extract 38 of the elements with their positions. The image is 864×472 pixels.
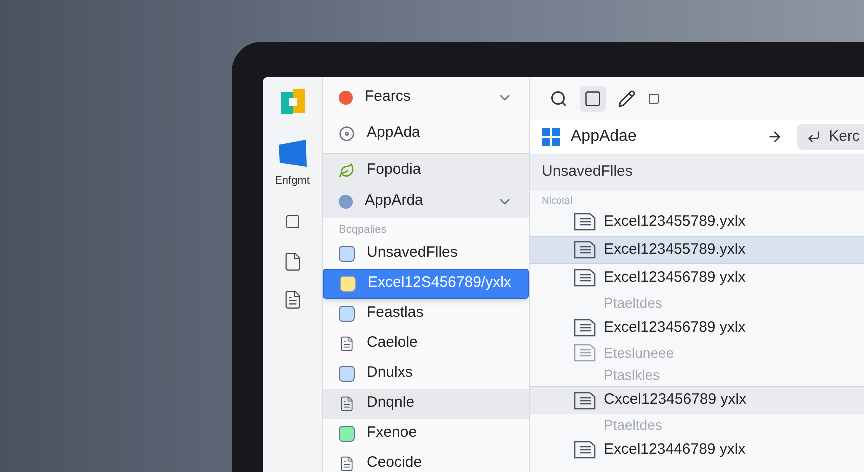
nav-item[interactable]: Fopodia bbox=[323, 155, 529, 186]
nav-item[interactable]: Feastlas bbox=[323, 298, 529, 328]
nav-item[interactable]: Caelole bbox=[323, 328, 529, 358]
disc-icon bbox=[339, 126, 355, 142]
tile-icon[interactable] bbox=[278, 139, 308, 169]
nav-item[interactable]: Ceocide bbox=[323, 448, 529, 472]
nav-item[interactable]: Dnulxs bbox=[323, 358, 529, 388]
square-icon bbox=[584, 90, 602, 108]
leaf-icon bbox=[339, 162, 355, 178]
nav-item[interactable]: Excel12S456789/yxlx bbox=[323, 268, 529, 298]
location-text: AppAdae bbox=[571, 127, 638, 147]
file-row[interactable]: Excel123455789.yxlx bbox=[530, 236, 864, 264]
file-row[interactable]: Excel123456789 yxlx bbox=[530, 264, 864, 292]
file-row[interactable]: Excel123456789 yxlx bbox=[530, 314, 864, 342]
search-icon[interactable] bbox=[550, 90, 568, 108]
nav-item[interactable]: Fxenoe bbox=[323, 418, 529, 448]
windows-icon bbox=[542, 128, 560, 146]
small-box-icon[interactable] bbox=[648, 92, 660, 104]
group-label: Nlcotal bbox=[541, 195, 574, 208]
nav-item[interactable]: AppAda bbox=[323, 118, 529, 149]
file-row[interactable]: Cxcel123456789 yxlx bbox=[530, 386, 864, 414]
return-icon bbox=[807, 130, 822, 144]
nav-item[interactable]: Fearcs bbox=[323, 82, 529, 113]
nav-item[interactable]: AppArda bbox=[323, 186, 529, 217]
section-label: Bcqpalies bbox=[338, 223, 388, 238]
file-row[interactable]: Excel123455789.yxlx bbox=[530, 208, 864, 236]
detail-row-text: Ptaslkles bbox=[603, 366, 662, 384]
list-header: UnsavedFlles bbox=[530, 155, 864, 190]
rail-label: Enfgmt bbox=[275, 174, 310, 189]
detail-row: Etesluneee bbox=[530, 342, 864, 364]
square-icon[interactable] bbox=[284, 214, 300, 230]
file-row[interactable]: Excel123446789 yxlx bbox=[530, 436, 864, 464]
nav-item[interactable]: UnsavedFlles bbox=[323, 238, 529, 268]
pen-icon[interactable] bbox=[618, 90, 636, 108]
detail-row-text: Ptaeltdes bbox=[603, 416, 664, 434]
go-button[interactable]: Kerc bbox=[797, 124, 864, 150]
nav-item[interactable]: Dnqnle bbox=[323, 388, 529, 418]
detail-row-text: Ptaeltdes bbox=[603, 294, 664, 312]
